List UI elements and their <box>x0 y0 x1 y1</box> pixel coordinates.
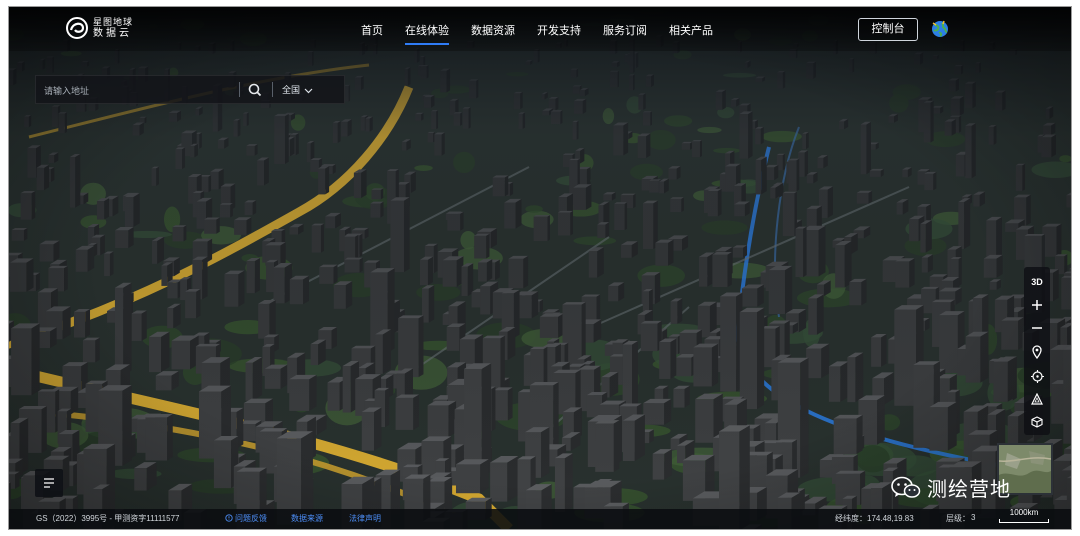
search-icon[interactable] <box>246 81 264 99</box>
nav-online-experience[interactable]: 在线体验 <box>405 22 449 45</box>
layer-list-toggle[interactable] <box>35 469 63 497</box>
data-source-link[interactable]: 数据来源 <box>291 513 323 524</box>
zoom-level-value: 3 <box>971 513 976 522</box>
watermark-text: 测绘营地 <box>927 479 1011 501</box>
zoom-level-label: 层级： <box>946 514 970 523</box>
zoom-out-button[interactable] <box>1024 317 1050 339</box>
feedback-link-label: 问题反馈 <box>235 514 267 523</box>
location-pin-icon <box>1032 345 1042 359</box>
wechat-icon <box>891 476 921 498</box>
legal-notice-link[interactable]: 法律声明 <box>349 513 381 524</box>
feedback-icon <box>225 514 233 522</box>
scale-label: 1000km <box>1009 508 1039 517</box>
region-divider <box>272 82 273 97</box>
coordinate-readout: 经纬度：174.48,19.83 <box>835 514 914 523</box>
region-select[interactable]: 全国 <box>282 83 313 96</box>
search-divider <box>239 82 240 97</box>
zoom-in-button[interactable] <box>1024 294 1050 316</box>
brand-line1: 星图地球 <box>93 17 134 27</box>
region-select-label: 全国 <box>282 85 301 95</box>
feedback-link[interactable]: 问题反馈 <box>225 513 267 524</box>
toggle-3d-button[interactable]: 3D <box>1024 271 1050 293</box>
app-frame: 星图地球 数据云 首页 在线体验 数据资源 开发支持 服务订阅 相关产品 控制台 <box>8 6 1072 530</box>
nav-related-products[interactable]: 相关产品 <box>669 22 713 45</box>
locate-pin-button[interactable] <box>1024 341 1050 363</box>
status-bar: GS（2022）3995号 - 甲测资字11111577 问题反馈 数据来源 法… <box>9 509 1071 529</box>
scale-bar <box>999 519 1049 523</box>
mode-3d-label: 3D <box>1031 277 1043 287</box>
top-navigation-bar: 星图地球 数据云 首页 在线体验 数据资源 开发支持 服务订阅 相关产品 控制台 <box>9 7 1071 51</box>
brand-logo[interactable]: 星图地球 数据云 <box>65 16 133 40</box>
globe-avatar-icon[interactable] <box>930 19 950 39</box>
map-tool-rail: 3D <box>1024 267 1050 435</box>
chevron-down-icon <box>304 88 313 93</box>
logo-swirl-icon <box>66 17 88 39</box>
nav-service-subscription[interactable]: 服务订阅 <box>603 22 647 45</box>
crosshair-icon <box>1030 369 1044 383</box>
brand-name: 星图地球 数据云 <box>93 17 133 39</box>
brand-line2: 数据云 <box>93 28 132 39</box>
address-search-input[interactable] <box>42 80 238 101</box>
license-number: GS（2022）3995号 - 甲测资字11111577 <box>36 514 180 523</box>
console-button[interactable]: 控制台 <box>858 18 918 41</box>
address-search-bar: 全国 <box>35 75 345 104</box>
nav-data-resources[interactable]: 数据资源 <box>471 22 515 45</box>
nav-dev-support[interactable]: 开发支持 <box>537 22 581 45</box>
my-location-button[interactable] <box>1024 365 1050 387</box>
nav-home[interactable]: 首页 <box>361 22 383 45</box>
measure-button[interactable] <box>1024 388 1050 410</box>
list-icon <box>44 478 54 488</box>
layers-3d-button[interactable] <box>1024 411 1050 433</box>
wechat-watermark: 测绘营地 <box>891 473 1011 502</box>
cube-icon <box>1031 416 1043 428</box>
plus-icon <box>1032 300 1042 310</box>
measure-triangle-icon <box>1031 393 1043 405</box>
main-nav: 首页 在线体验 数据资源 开发支持 服务订阅 相关产品 <box>361 22 735 45</box>
minus-icon <box>1032 327 1042 329</box>
